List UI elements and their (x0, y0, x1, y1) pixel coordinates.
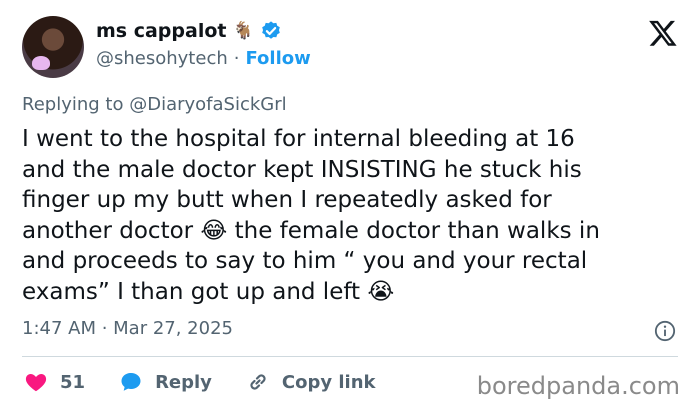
x-logo-icon[interactable] (648, 18, 678, 48)
tweet-timestamp[interactable]: 1:47 AM · Mar 27, 2025 (22, 318, 233, 339)
replying-mention-link[interactable]: @DiaryofaSickGrl (129, 94, 286, 115)
tweet-actions-bar: 51 Reply Copy link (24, 370, 376, 394)
reply-bubble-icon (121, 373, 141, 391)
info-icon[interactable] (654, 320, 676, 342)
follow-button[interactable]: Follow (245, 48, 310, 69)
boredpanda-watermark: boredpanda.com (476, 372, 680, 400)
author-handle[interactable]: @shesohytech (96, 48, 228, 69)
replying-to-line: Replying to @DiaryofaSickGrl (22, 94, 287, 115)
tweet-card: ms cappalot 🐐 @shesohytech · Follow Repl… (0, 0, 700, 410)
link-icon (250, 374, 266, 390)
reply-label: Reply (155, 371, 212, 393)
divider (22, 356, 678, 357)
tweet-text: I went to the hospital for internal blee… (22, 126, 600, 305)
replying-prefix: Replying to (22, 94, 124, 115)
reply-button[interactable]: Reply (119, 370, 212, 394)
flower-decoration (32, 56, 50, 70)
verified-badge-icon (261, 21, 280, 39)
like-button[interactable]: 51 (24, 370, 85, 394)
copy-link-button[interactable]: Copy link (246, 370, 376, 394)
avatar[interactable] (22, 16, 84, 78)
likes-count: 51 (60, 371, 86, 393)
goat-emoji: 🐐 (232, 21, 254, 41)
copy-link-label: Copy link (281, 371, 376, 393)
heart-icon (25, 374, 47, 392)
author-handle-row: @shesohytech · Follow (96, 48, 311, 69)
author-name-row: ms cappalot 🐐 (96, 20, 282, 42)
author-display-name[interactable]: ms cappalot (96, 20, 226, 42)
separator-dot: · (233, 48, 240, 69)
